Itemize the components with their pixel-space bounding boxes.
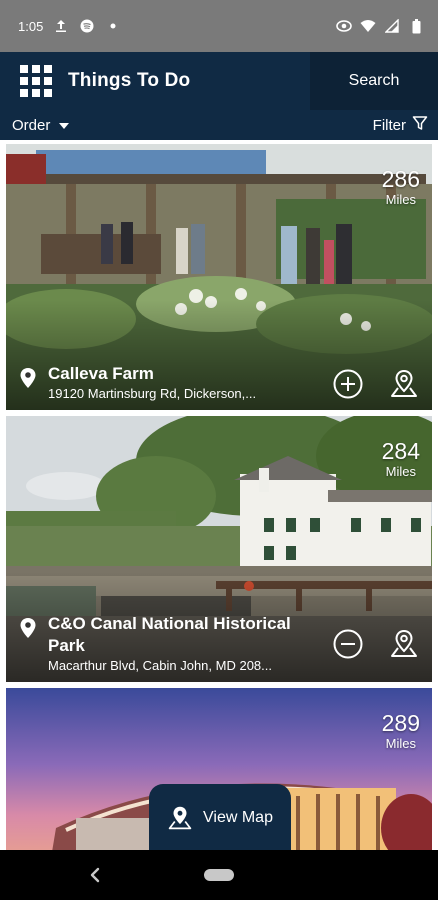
status-bar: 1:05 bbox=[0, 0, 438, 52]
plus-circle-icon bbox=[333, 369, 363, 399]
app-bar: Things To Do Search bbox=[0, 52, 438, 110]
home-pill-button[interactable] bbox=[204, 869, 234, 881]
data-saver-icon bbox=[336, 18, 352, 34]
add-to-trip-button[interactable] bbox=[332, 368, 364, 400]
caret-down-icon bbox=[58, 117, 70, 134]
distance-badge: 286 Miles bbox=[382, 166, 420, 207]
place-card[interactable]: 286 Miles Calleva Farm 19120 Martinsburg… bbox=[6, 144, 432, 410]
filter-funnel-icon bbox=[412, 115, 428, 135]
status-time: 1:05 bbox=[18, 18, 44, 34]
directions-button[interactable] bbox=[388, 628, 420, 660]
filter-button[interactable]: Filter bbox=[373, 115, 428, 135]
view-map-label: View Map bbox=[203, 809, 273, 826]
sort-filter-bar: Order Filter bbox=[0, 110, 438, 140]
place-name: Calleva Farm bbox=[48, 364, 154, 383]
map-location-icon bbox=[391, 369, 417, 397]
map-location-icon bbox=[168, 806, 192, 830]
place-name: C&O Canal National Historical bbox=[48, 614, 291, 633]
card-actions bbox=[332, 628, 420, 660]
distance-value: 284 bbox=[381, 438, 420, 464]
wifi-icon bbox=[360, 18, 376, 34]
remove-from-trip-button[interactable] bbox=[332, 628, 364, 660]
minus-circle-icon bbox=[333, 629, 363, 659]
distance-badge: 289 Miles bbox=[382, 710, 420, 751]
place-info: Calleva Farm 19120 Martinsburg Rd, Dicke… bbox=[18, 363, 256, 402]
filter-label: Filter bbox=[372, 116, 406, 134]
distance-unit: Miles bbox=[385, 192, 416, 207]
place-card[interactable]: 284 Miles C&O Canal National Historical … bbox=[6, 416, 432, 682]
distance-badge: 284 Miles bbox=[382, 438, 420, 479]
battery-icon bbox=[408, 18, 424, 34]
map-location-icon bbox=[391, 629, 417, 657]
location-pin-icon bbox=[20, 368, 36, 388]
distance-unit: Miles bbox=[385, 464, 416, 479]
distance-value: 286 bbox=[381, 166, 420, 192]
spotify-icon bbox=[79, 18, 95, 34]
menu-grid-icon[interactable] bbox=[20, 65, 52, 97]
order-label: Order bbox=[12, 116, 51, 134]
places-list: 286 Miles Calleva Farm 19120 Martinsburg… bbox=[0, 140, 438, 850]
upload-icon bbox=[53, 18, 69, 34]
place-info: C&O Canal National Historical Park Macar… bbox=[18, 613, 291, 674]
place-address: 19120 Martinsburg Rd, Dickerson,... bbox=[48, 386, 257, 401]
notification-dot-icon bbox=[105, 18, 121, 34]
back-chevron-icon[interactable] bbox=[86, 866, 104, 884]
card-actions bbox=[332, 368, 420, 400]
directions-button[interactable] bbox=[388, 368, 420, 400]
place-name-line2: Park bbox=[48, 636, 85, 655]
view-map-button[interactable]: View Map bbox=[149, 784, 291, 852]
screen: 1:05 Things To Do Search Order Filter 28… bbox=[0, 0, 438, 900]
order-button[interactable]: Order bbox=[12, 117, 70, 134]
system-nav-bar bbox=[0, 850, 438, 900]
location-pin-icon bbox=[20, 618, 36, 638]
place-address: Macarthur Blvd, Cabin John, MD 208... bbox=[48, 658, 272, 673]
page-title: Things To Do bbox=[68, 70, 191, 91]
search-button[interactable]: Search bbox=[310, 52, 438, 110]
distance-value: 289 bbox=[381, 710, 420, 736]
signal-icon bbox=[384, 18, 400, 34]
distance-unit: Miles bbox=[385, 736, 416, 751]
